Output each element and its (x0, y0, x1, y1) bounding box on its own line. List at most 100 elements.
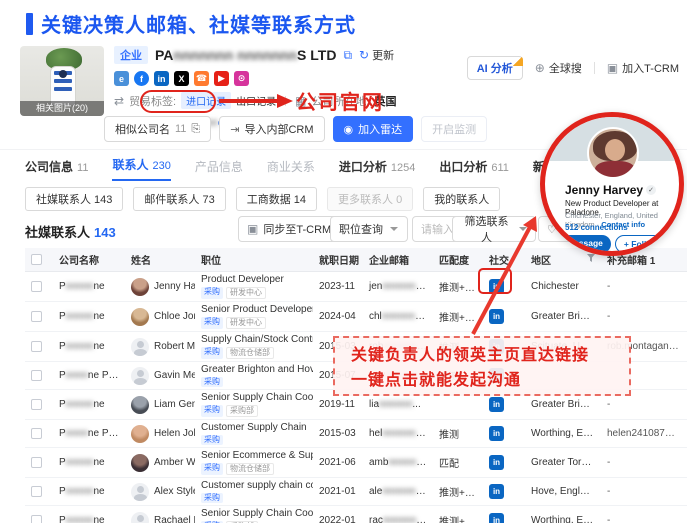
linkedin-icon[interactable]: in (489, 309, 504, 324)
row-checkbox[interactable] (31, 457, 42, 468)
contact-avatar-photo (131, 454, 149, 472)
contact-type-subtabs: 社媒联系人 143 邮件联系人 73 工商数据 14 更多联系人 0 我的联系人 (25, 187, 500, 211)
profile-avatar (587, 127, 639, 179)
company-prefix: P (59, 399, 66, 410)
x-twitter-icon[interactable]: X (174, 71, 189, 86)
company-prefix: P (59, 281, 66, 292)
position-title: Greater Brighton and Hove Area (201, 364, 307, 376)
linkedin-icon[interactable]: in (489, 513, 504, 523)
cell-match-level: 推测+验证 (433, 478, 483, 506)
refresh-button[interactable]: ↻ 更新 (359, 47, 394, 63)
tab-产品信息[interactable]: 产品信息 (195, 158, 243, 181)
contact-name[interactable]: Liam Gent (154, 399, 195, 410)
subtab-更多联系人 0[interactable]: 更多联系人 0 (327, 187, 413, 211)
export-record-tag[interactable]: 出口记录 (236, 93, 276, 108)
phone-icon[interactable]: ☎ (194, 71, 209, 86)
sync-tcrm-button[interactable]: ▣ 同步至T-CRM (238, 216, 340, 242)
tab-进口分析[interactable]: 进口分析1254 (339, 158, 416, 181)
row-checkbox[interactable] (31, 281, 42, 292)
contact-avatar-placeholder (131, 338, 149, 356)
contact-name[interactable]: Alex Styles (154, 486, 195, 497)
sync-icon: ▣ (247, 222, 258, 236)
linkedin-icon[interactable]: in (489, 279, 504, 294)
email-prefix: lia (369, 399, 379, 410)
linkedin-icon[interactable]: in (489, 484, 504, 499)
cell-name: Gavin Meeks (125, 362, 195, 390)
tag-物流仓储部: 物流仓储部 (226, 463, 274, 475)
similar-company-button[interactable]: 相似公司名 11 ⎘ (104, 116, 211, 142)
verified-badge-icon: ✓ (646, 185, 656, 195)
cell-start-date: 2021-06 (313, 448, 363, 478)
row-checkbox[interactable] (31, 311, 42, 322)
row-checkbox[interactable] (31, 486, 42, 497)
website-blog-icon[interactable]: e (114, 71, 129, 86)
message-button[interactable]: Message (559, 235, 611, 253)
divider (594, 62, 595, 74)
cell-company: Pnnnnnne (53, 272, 125, 302)
cell-position: Product Developer采购研发中心 (195, 272, 313, 302)
subtab-社媒联系人 143[interactable]: 社媒联系人 143 (25, 187, 123, 211)
cell-company-email: racnnnnnna... (363, 506, 433, 523)
facebook-icon[interactable]: f (134, 71, 149, 86)
select-all-checkbox[interactable] (31, 254, 42, 265)
linkedin-icon[interactable]: in (154, 71, 169, 86)
position-tags: 采购采购部 (201, 405, 307, 417)
youtube-icon[interactable]: ▶ (214, 71, 229, 86)
row-checkbox[interactable] (31, 515, 42, 523)
tab-label: 公司信息 (25, 158, 73, 175)
monitor-button[interactable]: 开启监测 (421, 116, 487, 142)
linkedin-icon[interactable]: in (489, 455, 504, 470)
instagram-icon[interactable]: ⊙ (234, 71, 249, 86)
trade-tag-icon: ⇄ (114, 94, 124, 108)
subtab-邮件联系人 73[interactable]: 邮件联系人 73 (133, 187, 225, 211)
tab-商业关系[interactable]: 商业关系 (267, 158, 315, 181)
row-checkbox[interactable] (31, 370, 42, 381)
tab-联系人[interactable]: 联系人230 (112, 156, 170, 181)
filter-contacts-dropdown[interactable]: 筛选联系人 (452, 216, 536, 242)
linkedin-icon[interactable]: in (489, 397, 504, 412)
import-record-tag[interactable]: 进口记录 (181, 92, 231, 109)
contact-name-wrap: Gavin Meeks (131, 367, 189, 385)
contact-name[interactable]: Rachael Kelly (154, 515, 195, 523)
cell-name: Helen Johnstone (125, 420, 195, 448)
row-checkbox[interactable] (31, 341, 42, 352)
tab-公司信息[interactable]: 公司信息11 (25, 158, 88, 181)
table-row: PnnnnnneAmber WhittySenior Ecommerce & S… (25, 448, 687, 478)
tab-出口分析[interactable]: 出口分析611 (439, 158, 509, 181)
contact-name[interactable]: Chloe Jones (154, 311, 195, 322)
blurred-company: nnnnn (66, 399, 94, 410)
blurred-email: nnnnnn (382, 428, 415, 439)
column-header: 社交 (483, 248, 525, 272)
contact-name-wrap: Chloe Jones (131, 308, 189, 326)
divider (285, 96, 286, 106)
row-checkbox[interactable] (31, 399, 42, 410)
company-photo[interactable]: 相关图片(20) (20, 46, 104, 116)
contact-name[interactable]: Helen Johnstone (154, 428, 195, 439)
contact-name[interactable]: Amber Whitty (154, 457, 195, 468)
contact-name[interactable]: Robert Monta... (154, 341, 195, 352)
cell-start-date: 2024-04 (313, 302, 363, 332)
contact-avatar-photo (131, 278, 149, 296)
import-icon: ⇥ (230, 123, 239, 136)
contact-name[interactable]: Gavin Meeks (154, 370, 195, 381)
column-header-label: 就职日期 (319, 256, 359, 267)
filter-icon[interactable] (587, 254, 595, 262)
email-suffix: ... (412, 399, 420, 410)
row-checkbox[interactable] (31, 428, 42, 439)
copy-icon[interactable]: ⧉ (343, 48, 352, 63)
position-query-dropdown[interactable]: 职位查询 (330, 216, 408, 242)
linkedin-icon[interactable]: in (489, 426, 504, 441)
join-tcrm-button[interactable]: ▣ 加入T-CRM (607, 60, 679, 76)
import-crm-button[interactable]: ⇥ 导入内部CRM (219, 116, 324, 142)
profile-connections[interactable]: 512 connections (565, 223, 628, 232)
global-search-button[interactable]: ⊕ 全球搜 (535, 60, 582, 76)
position-tags: 采购 (201, 493, 307, 503)
add-radar-button[interactable]: ◉ 加入雷达 (333, 116, 414, 142)
cell-social: in (483, 272, 525, 302)
follow-button[interactable]: + Follow (615, 235, 667, 253)
cell-match-level: 推测+验证 (433, 302, 483, 332)
contact-name[interactable]: Jenny Harvey (154, 281, 195, 292)
subtab-工商数据 14[interactable]: 工商数据 14 (236, 187, 317, 211)
company-actions: 相似公司名 11 ⎘ ⇥ 导入内部CRM ◉ 加入雷达 开启监测 (104, 116, 487, 142)
subtab-我的联系人[interactable]: 我的联系人 (423, 187, 500, 211)
